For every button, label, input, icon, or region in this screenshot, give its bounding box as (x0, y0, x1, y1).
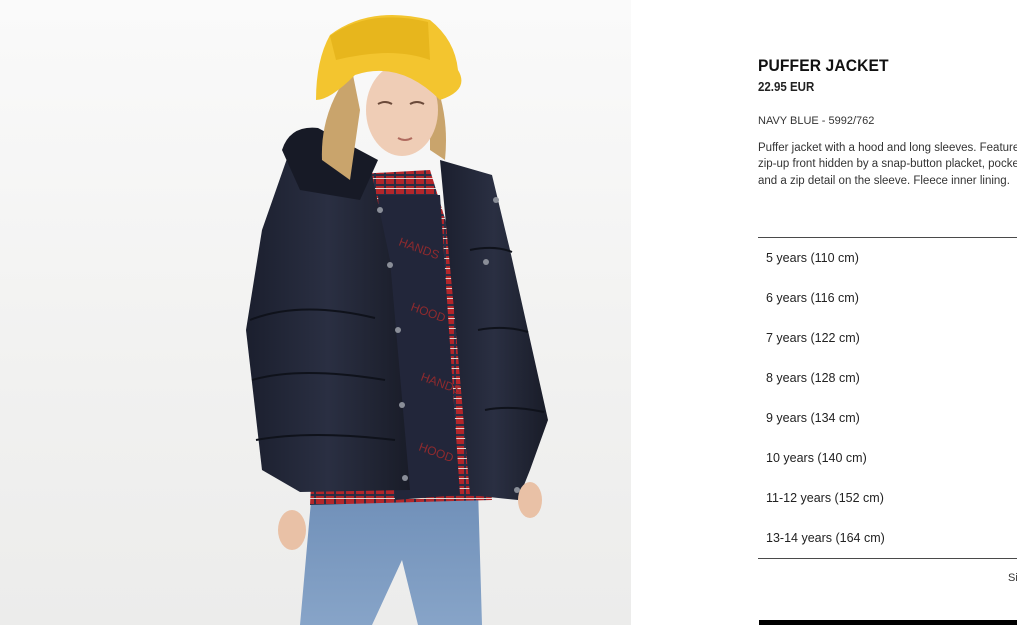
product-title: PUFFER JACKET (758, 56, 889, 75)
size-option[interactable]: 5 years (110 cm) (758, 240, 1017, 280)
size-list-top-divider (758, 237, 1017, 238)
size-option[interactable]: 7 years (122 cm) (758, 320, 1017, 360)
product-price: 22.95 EUR (758, 80, 815, 94)
size-list-bottom-divider (758, 558, 1017, 559)
product-color-reference: NAVY BLUE - 5992/762 (758, 115, 875, 127)
size-list: 5 years (110 cm) 6 years (116 cm) 7 year… (758, 240, 1017, 560)
size-option[interactable]: 8 years (128 cm) (758, 360, 1017, 400)
size-option[interactable]: 10 years (140 cm) (758, 440, 1017, 480)
size-option[interactable]: 9 years (134 cm) (758, 400, 1017, 440)
size-option[interactable]: 11-12 years (152 cm) (758, 480, 1017, 520)
product-page: HANDS HOOD HANDS HOOD PUFFER JACKET 22.9… (0, 0, 1017, 625)
product-image[interactable]: HANDS HOOD HANDS HOOD (0, 0, 631, 625)
product-info-panel: PUFFER JACKET 22.95 EUR NAVY BLUE - 5992… (758, 0, 1017, 625)
size-option[interactable]: 13-14 years (164 cm) (758, 520, 1017, 560)
size-guide-link[interactable]: Si (1008, 572, 1017, 584)
size-option[interactable]: 6 years (116 cm) (758, 280, 1017, 320)
product-photo-illustration: HANDS HOOD HANDS HOOD (246, 15, 548, 625)
product-description: Puffer jacket with a hood and long sleev… (758, 142, 1017, 187)
add-to-cart-button[interactable] (759, 620, 1017, 625)
